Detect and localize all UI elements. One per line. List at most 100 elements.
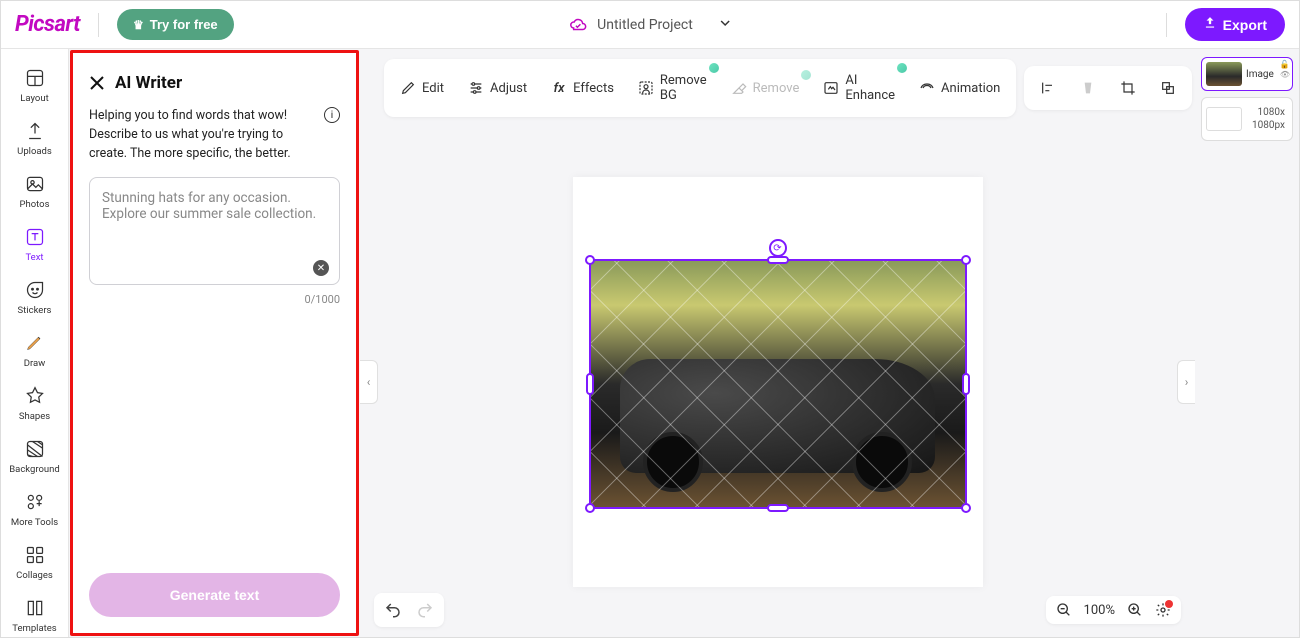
generate-text-button[interactable]: Generate text [89,573,340,617]
export-label: Export [1223,17,1267,33]
selected-image[interactable]: ⟳ [589,259,967,509]
ai-enhance-button[interactable]: AI Enhance [813,65,905,111]
canvas-dimensions: 1080x 1080px [1246,102,1291,136]
clear-input-icon[interactable]: ✕ [313,260,329,276]
export-button[interactable]: Export [1185,8,1285,41]
project-title-area[interactable]: Untitled Project [569,16,731,34]
layer-order-button[interactable] [1150,72,1186,104]
more-tools-icon [24,491,46,513]
ai-enhance-icon [823,80,839,96]
zoom-out-button[interactable] [1056,602,1072,618]
resize-handle-mr[interactable] [962,373,970,395]
panel-title: AI Writer [115,73,182,93]
nav-background[interactable]: Background [7,432,63,483]
nav-collages[interactable]: Collages [7,538,63,589]
nav-text[interactable]: Text [7,220,63,271]
remove-button: Remove [721,72,810,104]
nav-templates[interactable]: Templates [7,591,63,637]
undo-redo-group [374,593,444,627]
align-button[interactable] [1030,72,1066,104]
char-counter: 0/1000 [89,293,340,306]
rotate-handle[interactable]: ⟳ [769,239,787,257]
layout-icon [24,67,46,89]
effects-icon: fx [551,80,567,96]
new-badge [801,70,811,80]
remove-bg-button[interactable]: Remove BG [628,65,717,111]
canvas-stage[interactable]: ‹ ⟳ [360,127,1195,637]
try-label: Try for free [150,17,218,32]
nav-more-tools[interactable]: More Tools [7,485,63,536]
crown-icon: ♛ [133,18,144,32]
nav-draw[interactable]: Draw [7,326,63,377]
project-title: Untitled Project [597,17,693,33]
link-icon [1080,80,1096,96]
eraser-icon [731,80,747,96]
nav-shapes[interactable]: Shapes [7,379,63,430]
remove-bg-icon [638,80,654,96]
effects-button[interactable]: fx Effects [541,72,624,104]
stickers-icon [24,279,46,301]
edit-button[interactable]: Edit [390,72,454,104]
artboard[interactable]: ⟳ [573,177,983,587]
context-toolbar: Edit Adjust fx Effects Remove BG [360,49,1195,127]
prompt-input[interactable] [102,190,327,250]
bottom-bar: 100% [374,593,1181,627]
chevron-down-icon[interactable] [719,17,731,33]
animation-button[interactable]: Animation [909,72,1010,104]
nav-uploads[interactable]: Uploads [7,114,63,165]
collapse-panel-button[interactable]: ‹ [360,360,378,404]
expand-layers-button[interactable]: › [1177,360,1195,404]
divider [98,13,99,37]
lock-icon[interactable]: 🔓 [1280,60,1290,69]
align-icon [1040,80,1056,96]
zoom-in-button[interactable] [1127,602,1143,618]
toolbar-group-edit: Edit Adjust fx Effects Remove BG [384,59,1016,117]
logo[interactable]: Picsart [15,12,80,37]
collages-icon [24,544,46,566]
try-for-free-button[interactable]: ♛ Try for free [117,9,234,40]
layer-thumb [1206,107,1242,131]
undo-button[interactable] [382,599,404,621]
toolbar-group-align [1024,66,1192,110]
top-bar: Picsart ♛ Try for free Untitled Project … [1,1,1299,49]
animation-icon [919,80,935,96]
info-icon[interactable]: i [324,107,340,123]
layer-image[interactable]: Image 🔓 👁 [1201,57,1293,91]
eye-icon[interactable]: 👁 [1280,70,1290,79]
crop-icon [1120,80,1136,96]
settings-button[interactable] [1155,602,1171,618]
redo-button[interactable] [414,599,436,621]
resize-handle-br[interactable] [961,503,971,513]
resize-handle-mb[interactable] [767,504,789,512]
nav-layout[interactable]: Layout [7,61,63,112]
resize-handle-mt[interactable] [767,256,789,264]
edit-icon [400,80,416,96]
templates-icon [24,597,46,619]
layer-mini-icons: 🔓 👁 [1280,60,1290,79]
resize-handle-tl[interactable] [585,255,595,265]
link-button[interactable] [1070,72,1106,104]
draw-icon [24,332,46,354]
new-badge [897,63,907,73]
resize-handle-bl[interactable] [585,503,595,513]
layer-thumb [1206,62,1242,86]
layers-panel: Image 🔓 👁 1080x 1080px [1195,49,1299,637]
text-icon [24,226,46,248]
zoom-level[interactable]: 100% [1084,603,1115,618]
nav-photos[interactable]: Photos [7,167,63,218]
background-icon [24,438,46,460]
watermark-grid [591,261,965,507]
app-root: Picsart ♛ Try for free Untitled Project … [0,0,1300,638]
image-content [591,261,965,507]
ai-writer-panel: AI Writer Helping you to find words that… [70,50,359,636]
nav-stickers[interactable]: Stickers [7,273,63,324]
upload-icon [24,120,46,142]
layer-canvas[interactable]: 1080x 1080px [1201,97,1293,141]
resize-handle-ml[interactable] [586,373,594,395]
adjust-button[interactable]: Adjust [458,72,537,104]
resize-handle-tr[interactable] [961,255,971,265]
cloud-icon [569,16,587,34]
adjust-icon [468,80,484,96]
crop-button[interactable] [1110,72,1146,104]
close-icon[interactable] [89,75,105,91]
